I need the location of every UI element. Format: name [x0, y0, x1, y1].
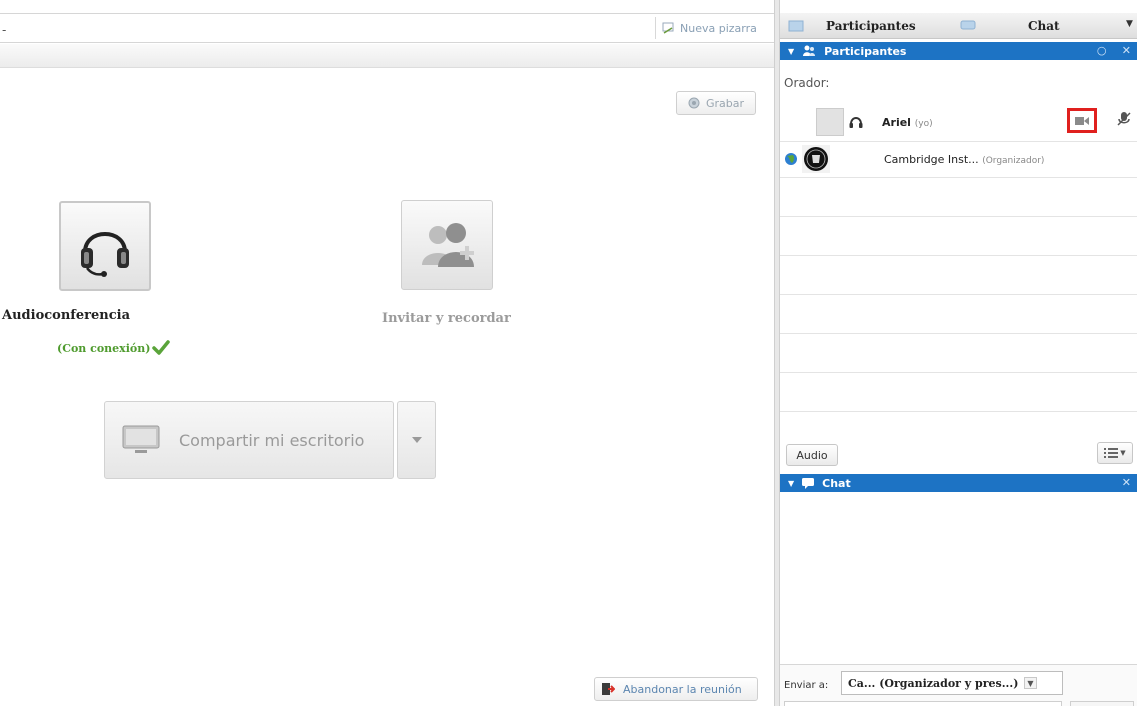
- chat-tab-icon: [960, 20, 976, 30]
- empty-participant-row: [780, 256, 1137, 295]
- side-panel: Participantes Chat ▼ ▼ Participantes ○ ✕…: [780, 0, 1137, 706]
- participant-row[interactable]: Ariel (yo): [780, 102, 1137, 142]
- leave-meeting-label: Abandonar la reunión: [623, 682, 742, 696]
- leave-meeting-button[interactable]: Abandonar la reunión: [594, 677, 758, 701]
- audio-status-text: (Con conexión): [57, 341, 151, 355]
- chat-message-input[interactable]: [784, 701, 1062, 706]
- participant-tag: (Organizador): [982, 156, 1045, 166]
- new-whiteboard-label: Nueva pizarra: [680, 21, 757, 35]
- panel-menu-icon[interactable]: ▼: [1126, 19, 1133, 29]
- new-whiteboard-button[interactable]: Nueva pizarra: [655, 17, 767, 39]
- participants-tab-icon: [788, 20, 804, 32]
- exit-icon: [602, 683, 615, 695]
- chat-section-title: Chat: [822, 476, 851, 490]
- audio-connection-status: (Con conexión): [57, 340, 171, 356]
- send-button[interactable]: [1070, 701, 1134, 706]
- empty-participant-row: [780, 334, 1137, 373]
- tab-participants[interactable]: Participantes: [780, 13, 960, 39]
- headset-icon: [81, 232, 129, 277]
- audio-conference-label: Audioconferencia: [2, 308, 130, 323]
- monitor-icon: [122, 425, 160, 453]
- share-options-dropdown[interactable]: [397, 401, 436, 479]
- sub-toolbar: [0, 44, 774, 68]
- collapse-icon[interactable]: ▼: [788, 479, 794, 488]
- participant-row[interactable]: Cambridge Inst... (Organizador): [780, 142, 1137, 178]
- participants-section-header[interactable]: ▼ Participantes ○ ✕: [780, 42, 1137, 60]
- participant-name-text: Ariel: [882, 116, 911, 129]
- list-options-button[interactable]: ▼: [1097, 442, 1133, 464]
- collapse-icon[interactable]: ▼: [788, 47, 794, 56]
- meeting-main-pane: - Nueva pizarra Grabar Audioconferencia: [0, 0, 774, 706]
- tab-chat[interactable]: Chat: [960, 13, 1130, 39]
- chat-messages-area[interactable]: [780, 492, 1137, 664]
- section-controls-icon[interactable]: ○ ✕: [1097, 44, 1131, 57]
- people-invite-icon: [422, 223, 474, 267]
- participants-icon: [803, 45, 816, 56]
- invite-and-remind-label: Invitar y recordar: [382, 311, 511, 326]
- chat-footer: Enviar a: Ca... (Organizador y pres...) …: [780, 664, 1137, 706]
- tab-participants-label: Participantes: [826, 19, 916, 33]
- whiteboard-icon: [662, 22, 674, 34]
- avatar: [816, 108, 844, 136]
- mute-mic-icon[interactable]: [1116, 111, 1132, 127]
- globe-status-icon: [785, 153, 797, 165]
- audio-conference-button[interactable]: [59, 201, 151, 291]
- audio-button[interactable]: Audio: [786, 444, 838, 466]
- panel-tab-bar: Participantes Chat ▼: [780, 13, 1137, 39]
- video-camera-icon: [1075, 116, 1089, 125]
- list-icon: [1104, 448, 1119, 458]
- participant-name: Cambridge Inst... (Organizador): [884, 153, 1044, 166]
- participants-section-title: Participantes: [824, 44, 907, 58]
- participant-name-text: Cambridge Inst...: [884, 153, 979, 166]
- empty-participant-row: [780, 217, 1137, 256]
- close-icon[interactable]: ✕: [1122, 476, 1131, 489]
- invite-and-remind-button[interactable]: [401, 200, 493, 290]
- empty-participant-row: [780, 178, 1137, 217]
- tab-chat-label: Chat: [1028, 19, 1060, 33]
- organizer-avatar: [802, 145, 830, 173]
- chevron-down-icon: [411, 437, 422, 443]
- top-tab-bar: - Nueva pizarra: [0, 13, 774, 43]
- send-to-label: Enviar a:: [784, 680, 829, 691]
- participant-name: Ariel (yo): [882, 116, 933, 129]
- chevron-down-icon: ▼: [1024, 677, 1037, 689]
- speaker-label: Orador:: [784, 76, 830, 90]
- record-icon: [688, 97, 700, 109]
- chat-bubble-icon: [802, 477, 815, 489]
- send-to-value: Ca... (Organizador y pres...): [848, 676, 1019, 690]
- share-desktop-button[interactable]: Compartir mi escritorio: [104, 401, 394, 479]
- chat-section-header[interactable]: ▼ Chat ✕: [780, 474, 1137, 492]
- chevron-down-icon: ▼: [1120, 449, 1126, 457]
- record-button[interactable]: Grabar: [676, 91, 756, 115]
- participant-tag: (yo): [914, 119, 933, 129]
- share-desktop-label: Compartir mi escritorio: [179, 430, 365, 450]
- start-video-button[interactable]: [1067, 108, 1097, 133]
- empty-participant-row: [780, 373, 1137, 412]
- empty-participant-row: [780, 295, 1137, 334]
- send-to-select[interactable]: Ca... (Organizador y pres...) ▼: [841, 671, 1063, 695]
- record-label: Grabar: [705, 96, 745, 110]
- headset-small-icon: [849, 117, 863, 128]
- tab-dash: -: [2, 23, 7, 37]
- check-icon: [152, 340, 171, 355]
